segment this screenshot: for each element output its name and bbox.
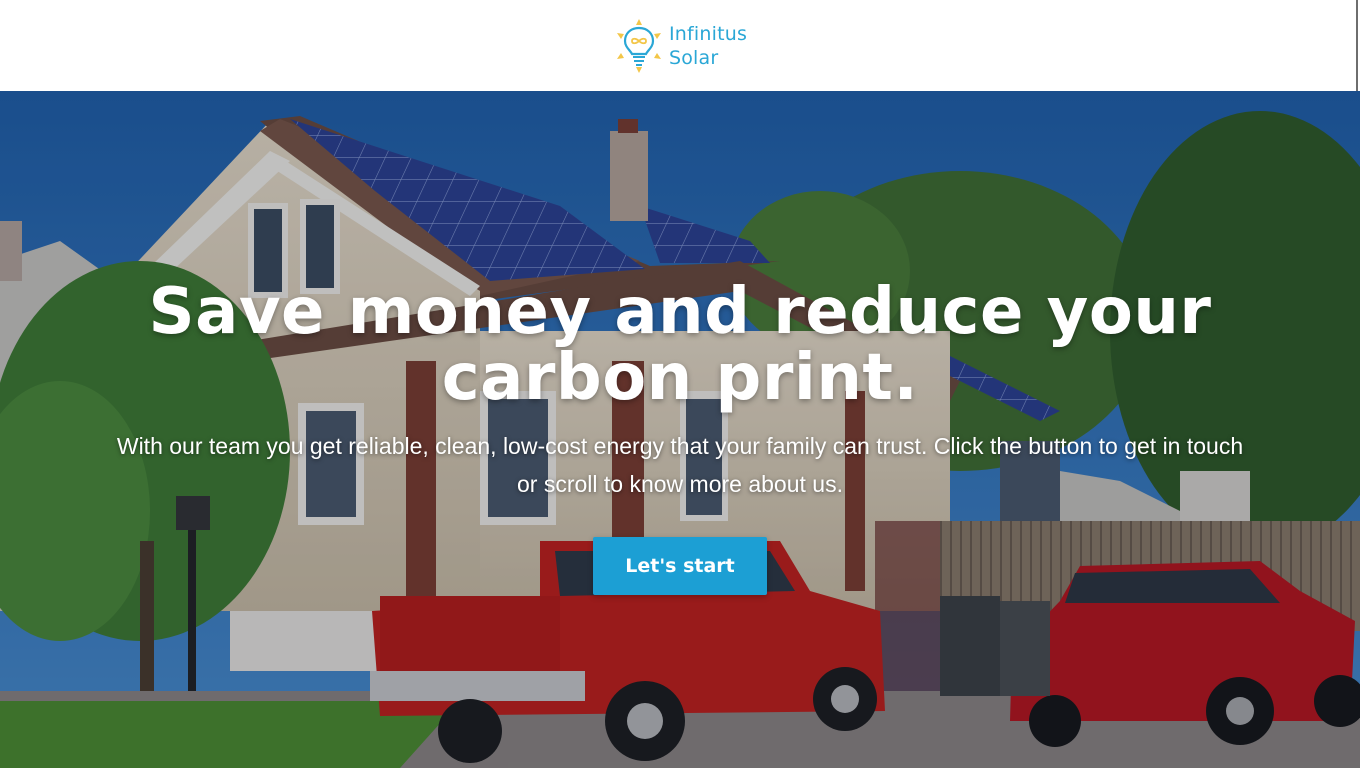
hero-headline: Save money and reduce your carbon print. [148, 275, 1212, 415]
lightbulb-sun-icon [616, 18, 661, 73]
hero-section: Save money and reduce your carbon print.… [0, 91, 1360, 768]
brand-logo[interactable]: Infinitus Solar [615, 18, 747, 73]
brand-name: Infinitus Solar [669, 22, 747, 70]
hero-subheadline: With our team you get reliable, clean, l… [116, 433, 1244, 497]
brand-name-line1: Infinitus [668, 22, 748, 45]
lets-start-button[interactable]: Let's start [593, 537, 767, 595]
hero-content: Save money and reduce your carbon print.… [0, 91, 1360, 768]
brand-name-line2: Solar [668, 46, 719, 69]
site-header: Infinitus Solar [0, 0, 1360, 91]
